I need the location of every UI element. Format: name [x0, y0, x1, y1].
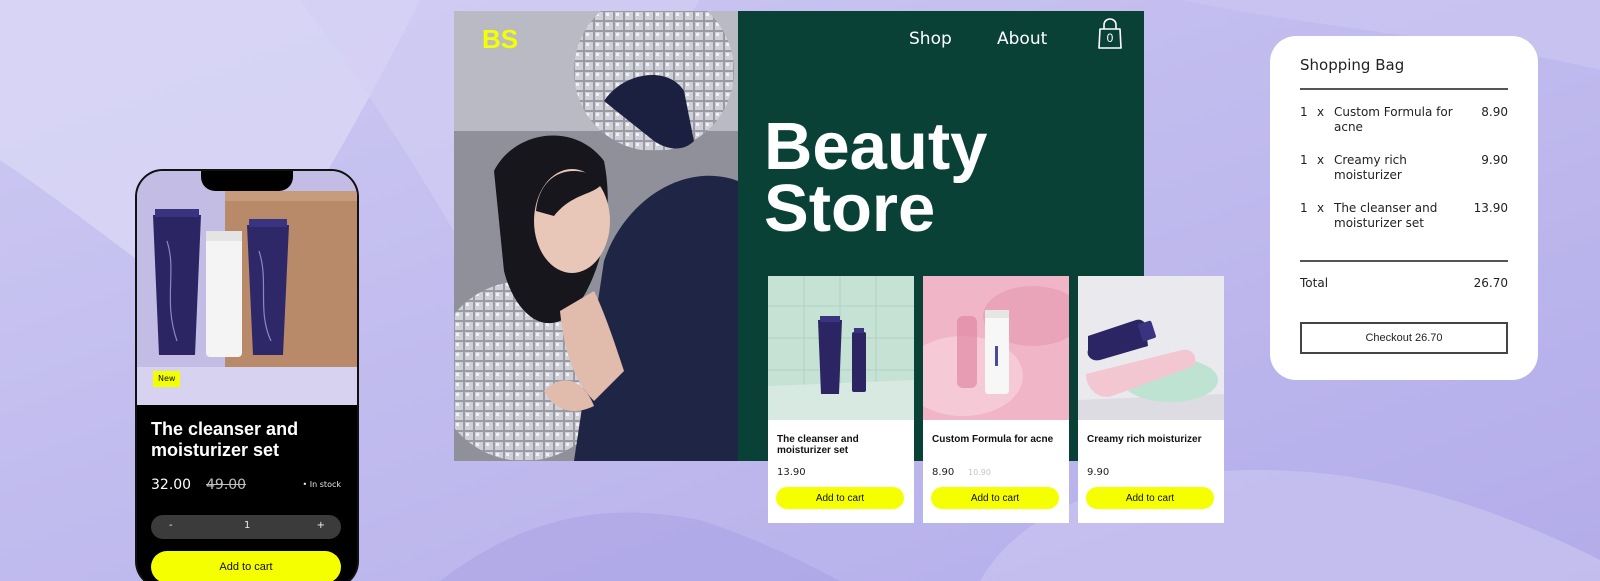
phone-notch — [201, 171, 293, 191]
phone-product-title: The cleanser and moisturizer set — [151, 419, 299, 460]
product-price: 8.90 — [932, 467, 955, 478]
total-value: 26.70 — [1473, 276, 1508, 290]
checkout-button[interactable]: Checkout 26.70 — [1300, 322, 1508, 354]
add-to-cart-button[interactable]: Add to cart — [776, 487, 904, 509]
shopping-bag-panel: Shopping Bag 1 x Custom Formula for acne… — [1270, 36, 1538, 380]
bag-item-multiplier: x — [1317, 153, 1325, 167]
phone-product-image: New — [137, 171, 357, 405]
bag-item-name[interactable]: The cleanser and moisturizer set — [1334, 201, 1464, 231]
product-image[interactable] — [768, 276, 914, 420]
bag-item-name[interactable]: Custom Formula for acne — [1334, 105, 1464, 135]
bag-item-qty: 1 — [1300, 201, 1308, 215]
phone-price: 32.00 — [151, 477, 192, 493]
bag-line-item: 1 x The cleanser and moisturizer set 13.… — [1300, 201, 1508, 241]
nav-link-about[interactable]: About — [997, 29, 1047, 49]
product-card[interactable]: Creamy rich moisturizer 9.90 Add to cart — [1078, 276, 1224, 523]
phone-add-to-cart-button[interactable]: Add to cart — [151, 551, 341, 581]
phone-mockup: New The cleanser and moisturizer set 32.… — [135, 169, 359, 581]
bag-line-item: 1 x Creamy rich moisturizer 9.90 — [1300, 153, 1508, 193]
bag-item-name[interactable]: Creamy rich moisturizer — [1334, 153, 1464, 183]
product-image[interactable] — [1078, 276, 1224, 420]
product-name[interactable]: Creamy rich moisturizer — [1087, 434, 1217, 445]
product-price: 9.90 — [1087, 467, 1110, 478]
bag-item-qty: 1 — [1300, 153, 1308, 167]
decrement-button[interactable]: - — [169, 520, 173, 531]
bag-item-price: 8.90 — [1481, 105, 1508, 119]
bag-item-price: 13.90 — [1473, 201, 1508, 215]
total-label: Total — [1300, 276, 1329, 290]
divider — [1300, 260, 1508, 262]
bag-count: 0 — [1106, 31, 1114, 45]
product-card[interactable]: Custom Formula for acne 8.90 10.90 Add t… — [923, 276, 1069, 523]
bag-item-multiplier: x — [1317, 201, 1325, 215]
bag-item-qty: 1 — [1300, 105, 1308, 119]
hero-title-line1: Beauty — [764, 109, 988, 184]
increment-button[interactable]: + — [317, 520, 325, 531]
quantity-value: 1 — [244, 520, 251, 531]
product-price: 13.90 — [777, 467, 806, 478]
store-logo[interactable]: BS — [482, 24, 518, 55]
hero-title: Beauty Store — [764, 109, 1064, 246]
add-to-cart-button[interactable]: Add to cart — [1086, 487, 1214, 509]
bag-item-multiplier: x — [1317, 105, 1325, 119]
hero-title-line2: Store — [764, 171, 936, 246]
bag-item-price: 9.90 — [1481, 153, 1508, 167]
product-name[interactable]: The cleanser and moisturizer set — [777, 434, 907, 456]
product-old-price: 10.90 — [968, 468, 991, 477]
stock-status: • In stock — [302, 480, 341, 489]
divider — [1300, 88, 1508, 90]
bag-title: Shopping Bag — [1300, 56, 1405, 74]
quantity-stepper[interactable]: - 1 + — [151, 515, 341, 539]
phone-price-row: 32.00 49.00 • In stock — [151, 477, 341, 497]
product-card[interactable]: The cleanser and moisturizer set 13.90 A… — [768, 276, 914, 523]
add-to-cart-button[interactable]: Add to cart — [931, 487, 1059, 509]
bag-line-item: 1 x Custom Formula for acne 8.90 — [1300, 105, 1508, 145]
nav-link-shop[interactable]: Shop — [909, 29, 952, 49]
shopping-bag-icon[interactable]: 0 — [1097, 18, 1127, 52]
hero-photo — [454, 11, 738, 461]
product-name[interactable]: Custom Formula for acne — [932, 434, 1062, 445]
product-image[interactable] — [923, 276, 1069, 420]
phone-old-price: 49.00 — [206, 477, 247, 493]
new-badge: New — [153, 371, 181, 387]
